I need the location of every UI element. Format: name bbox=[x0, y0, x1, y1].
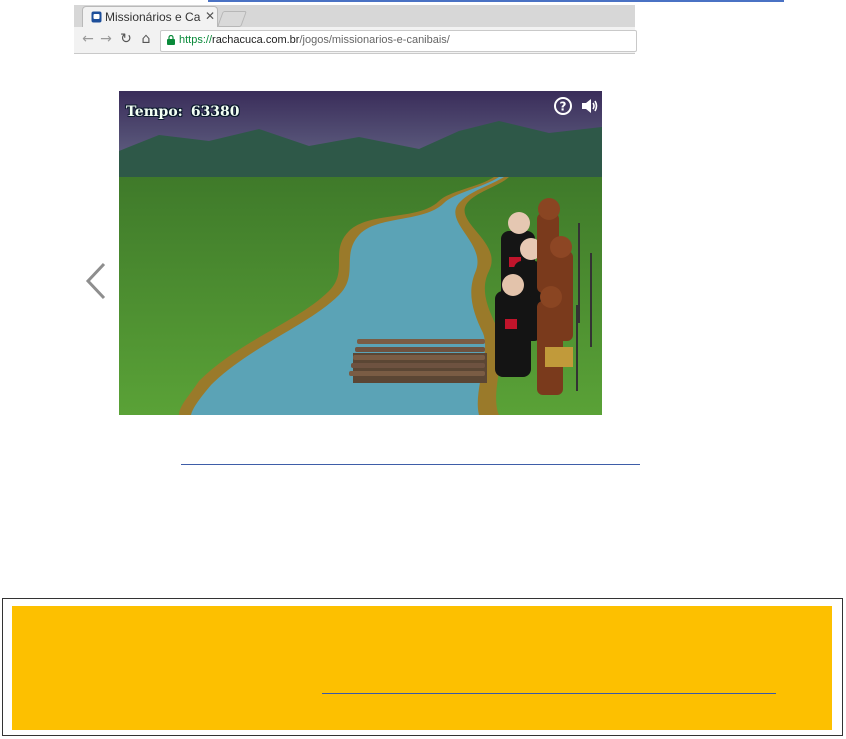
address-bar[interactable]: https://rachacuca.com.br/jogos/missionar… bbox=[160, 30, 637, 52]
previous-arrow-button[interactable] bbox=[84, 262, 108, 300]
timer-value: 63380 bbox=[190, 104, 240, 120]
forward-arrow-icon[interactable]: → bbox=[98, 31, 114, 47]
tab-close-icon[interactable]: ✕ bbox=[205, 9, 215, 23]
timer-display: Tempo: 63380 bbox=[126, 104, 248, 120]
lock-icon bbox=[167, 35, 175, 45]
tab-title: Missionários e Canibais bbox=[105, 10, 201, 24]
url-path: /jogos/missionarios-e-canibais/ bbox=[299, 34, 450, 46]
timer-label: Tempo: bbox=[126, 104, 183, 120]
help-circle-icon: ? bbox=[554, 97, 572, 115]
notice-highlight bbox=[12, 606, 832, 730]
help-button[interactable]: ? bbox=[553, 96, 573, 116]
notice-link-underline bbox=[322, 693, 776, 694]
url-host: rachacuca.com.br bbox=[212, 34, 300, 46]
help-symbol: ? bbox=[560, 100, 567, 114]
game-scene bbox=[119, 91, 602, 415]
speaker-icon bbox=[582, 99, 598, 113]
caption-link-underline bbox=[181, 464, 640, 465]
browser-window: Missionários e Canibais ✕ ← → ↻ ⌂ https:… bbox=[74, 5, 637, 54]
top-link-underline bbox=[208, 0, 784, 2]
reload-icon[interactable]: ↻ bbox=[118, 31, 134, 47]
chevron-left-icon bbox=[85, 262, 106, 300]
address-url: https://rachacuca.com.br/jogos/missionar… bbox=[179, 34, 450, 46]
game-canvas[interactable] bbox=[119, 91, 602, 415]
back-arrow-icon[interactable]: ← bbox=[80, 31, 96, 47]
url-scheme: https:// bbox=[179, 34, 213, 46]
home-icon[interactable]: ⌂ bbox=[138, 31, 154, 47]
site-favicon-icon bbox=[91, 11, 102, 23]
sound-button[interactable] bbox=[580, 96, 600, 116]
browser-tab[interactable]: Missionários e Canibais ✕ bbox=[82, 6, 218, 28]
